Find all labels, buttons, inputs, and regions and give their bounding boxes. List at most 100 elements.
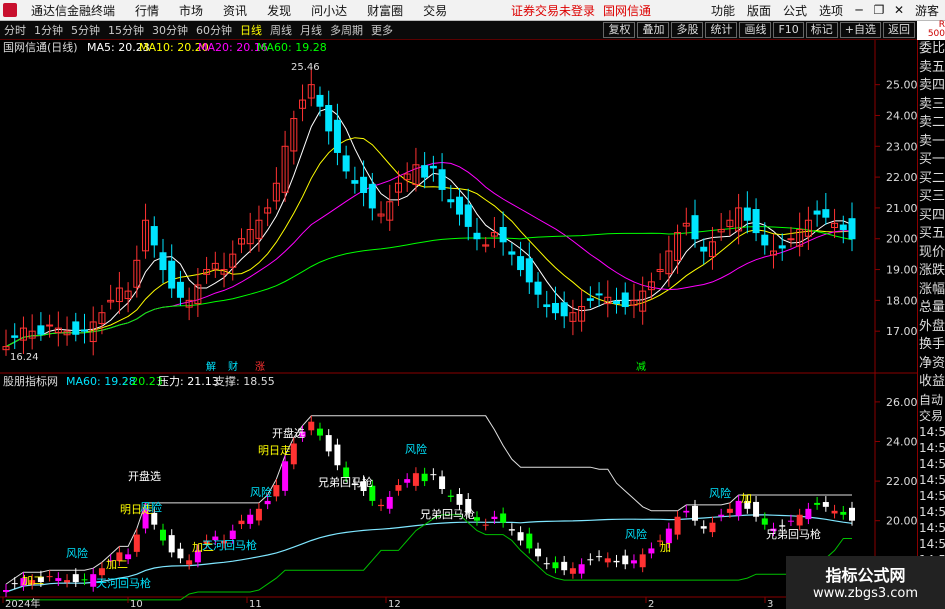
candle-body [421,165,429,178]
sub-candle-body [168,535,175,553]
sub-candle-body [561,561,568,571]
sub-candle-body [508,529,515,531]
sub-candle-body [718,514,725,517]
sub-candle-body [822,502,829,507]
candle-body [351,180,359,184]
main-ytick-label: 20.00 [886,233,917,246]
sub-candle-body [630,560,637,564]
sub-candle-body [421,473,428,482]
high-price-label: 25.46 [291,62,320,73]
candle-body [159,252,167,271]
sub-candle-body [98,568,105,576]
signal-brother-1: 兄弟回马枪 [318,475,373,489]
candle-body [46,324,54,327]
main-y-axis: 25.00 24.00 23.00 22.00 21.00 20.00 19.00 18.00… [875,79,917,338]
candle-body [595,293,603,296]
candle-body [752,209,760,234]
sub-candle-body [700,526,707,529]
x-tick-label: 2024年 [5,597,40,609]
sub-candle-body [517,532,524,541]
x-tick-label: 11 [249,599,262,609]
pressure-label: 压力: 21.13 [158,375,219,388]
quote-field-14: 总量 [919,300,945,315]
candle-body [560,302,568,317]
ma20-line [5,161,853,348]
quote-field-4: 卖二 [919,115,945,130]
watermark: 指标公式网 www.zbgs3.com [786,556,945,609]
sub-candle-body [648,548,655,554]
sub-candle-body [753,501,760,517]
low-price-label: 16.24 [10,352,39,363]
candle-body [72,321,80,335]
candle-body [517,256,525,271]
trade-time-4: 14:56 [919,456,945,471]
sub-candle-body [404,479,411,483]
x-tick-label: 2 [648,599,654,609]
sub-candle-body [779,525,786,527]
sub-candle-body [787,520,794,522]
main-candles [2,68,856,356]
candle-body [848,218,856,240]
candle-body [316,94,324,107]
sub-candle-body [849,507,855,521]
sub-candle-body [273,485,280,497]
candle-body [456,196,464,215]
sub-candle-body [596,556,603,558]
sub-candle-body [177,548,184,559]
sub-candle-body [11,583,18,585]
candle-body [499,227,507,243]
marker-unlock[interactable]: 解 [206,360,216,373]
candle-body [743,207,751,221]
ma5-line [5,107,853,348]
trade-time-0: 自动 [919,392,944,407]
candle-body [691,215,699,240]
candle-body [839,224,847,230]
signal-tiandu-2: 天河回马枪 [96,576,151,590]
sub-candle-body [81,579,88,581]
marker-finance[interactable]: 财 [228,360,238,373]
candle-body [778,245,786,249]
sub-ytick-label: 26.00 [886,396,917,409]
ma60-line [5,226,853,348]
signal-brother-3: 兄弟回马枪 [766,527,821,541]
sub-candle-body [395,485,402,491]
candle-body [534,281,542,295]
trade-time-8: 14:56 [919,520,945,535]
sub-candle-body [604,558,611,563]
sub-candle-body [447,495,454,497]
sub-candle-body [552,562,559,569]
candle-body [464,204,472,227]
main-ytick-label: 21.00 [886,202,917,215]
signal-add-2: 加二 [22,574,44,587]
x-tick-label: 3 [767,599,773,609]
sub-candle-body [526,533,533,549]
marker-rise[interactable]: 涨 [255,361,265,373]
sub-y-axis: 26.0024.0022.0020.0018.00 [875,396,917,567]
candle-body [621,292,629,308]
candle-body [551,302,559,314]
quote-field-3: 卖三 [919,96,945,112]
sub-candle-body [587,559,594,561]
chart-canvas[interactable]: 国网信通(日线) MA5: 20.23 MA10: 20.20 MA20: 20… [0,0,917,609]
sub-candle-body [334,444,341,466]
sub-candle-body [831,510,838,514]
main-ytick-label: 19.00 [886,264,917,277]
quote-field-12: 涨跌 [919,263,945,278]
candle-body [473,232,481,240]
sub-candle-body [639,554,646,568]
signal-add-1: 加二 [192,541,214,554]
signal-danger-2: 风险 [250,485,272,499]
watermark-title: 指标公式网 [825,566,906,585]
sub-candle-body [64,580,71,583]
trade-time-9: 14:56 [919,536,945,551]
ma-lines [5,107,853,348]
x-axis: 2024年 10 11 12 2 3 [2,597,773,609]
quote-field-17: 净资 [919,355,945,371]
trade-time-7: 14:56 [919,504,945,519]
quote-field-2: 卖四 [919,78,945,93]
sub-candle-body [674,516,681,535]
candle-body [325,104,333,132]
watermark-url: www.zbgs3.com [812,586,919,601]
candle-body [11,335,19,338]
marker-reduce[interactable]: 减 [636,361,646,373]
